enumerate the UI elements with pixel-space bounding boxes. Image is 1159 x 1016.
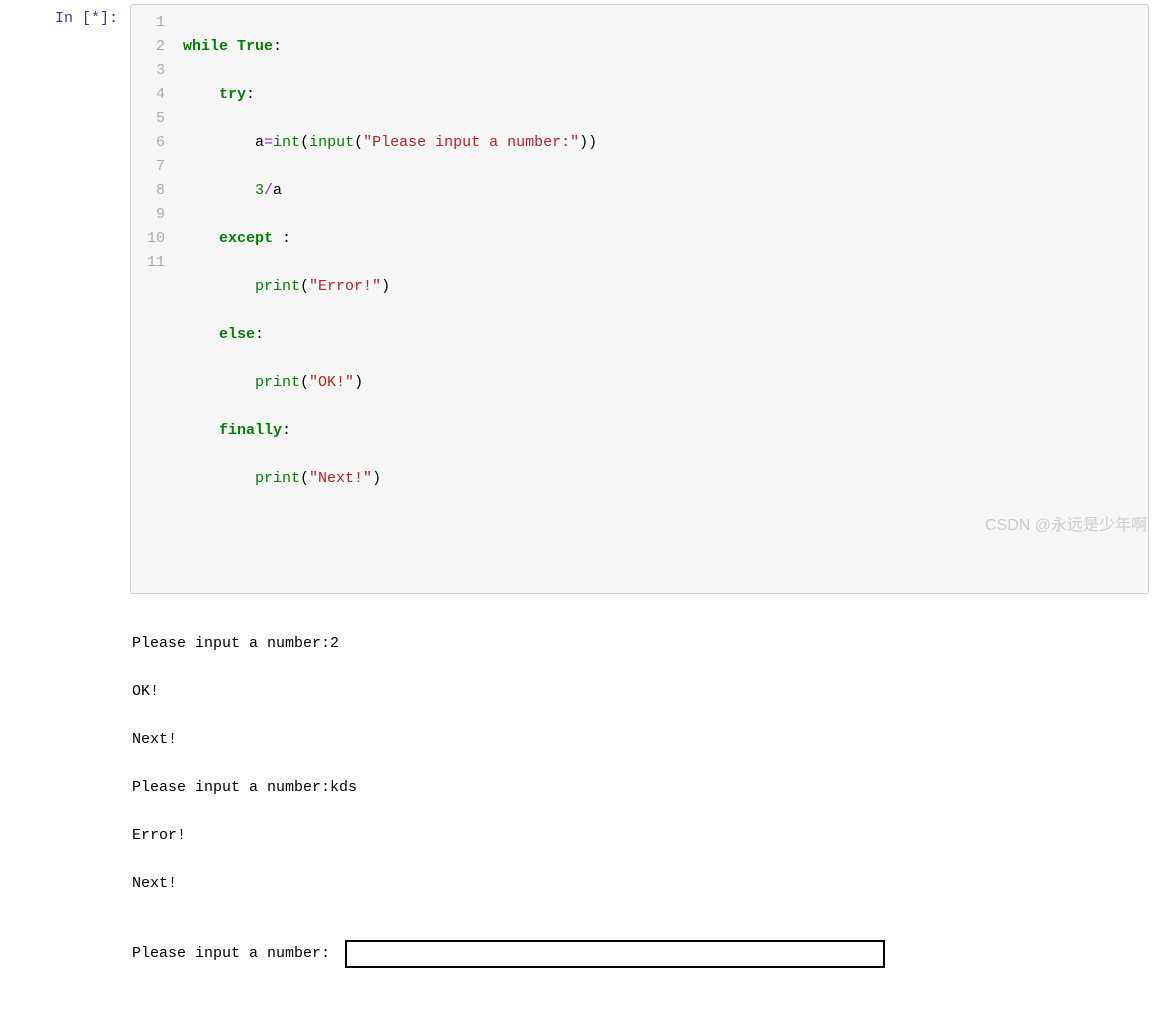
stdin-prompt-row: Please input a number:: [132, 940, 1159, 968]
code-line: while True:: [183, 35, 1140, 59]
code-line: finally:: [183, 419, 1140, 443]
line-number: 2: [131, 35, 165, 59]
code-line: 3/a: [183, 179, 1140, 203]
line-number: 10: [131, 227, 165, 251]
code-input-area[interactable]: 1 2 3 4 5 6 7 8 9 10 11 while True: try:…: [130, 4, 1149, 594]
line-gutter: 1 2 3 4 5 6 7 8 9 10 11: [131, 5, 175, 593]
code-line: print("Next!"): [183, 467, 1140, 491]
line-number: 4: [131, 83, 165, 107]
code-line: try:: [183, 83, 1140, 107]
code-line: except :: [183, 227, 1140, 251]
code-line: print("OK!"): [183, 371, 1140, 395]
output-cell: Please input a number:2 OK! Next! Please…: [0, 608, 1159, 1016]
watermark: CSDN @永远是少年啊: [985, 511, 1147, 535]
line-number: 8: [131, 179, 165, 203]
line-number: 9: [131, 203, 165, 227]
output-line: Please input a number:2: [132, 632, 1159, 656]
code-line: print("Error!"): [183, 275, 1140, 299]
output-area: Please input a number:2 OK! Next! Please…: [130, 608, 1159, 1016]
stdin-label: Please input a number:: [132, 942, 339, 966]
line-number: 7: [131, 155, 165, 179]
code-line: else:: [183, 323, 1140, 347]
cell-prompt: In [*]:: [0, 4, 130, 594]
stdin-input[interactable]: [345, 940, 885, 968]
output-line: Please input a number:kds: [132, 776, 1159, 800]
output-spacer: [0, 608, 130, 1016]
line-number: 1: [131, 11, 165, 35]
line-number: 3: [131, 59, 165, 83]
output-line: OK!: [132, 680, 1159, 704]
prompt-status: [*]:: [82, 10, 118, 27]
line-number: 6: [131, 131, 165, 155]
output-line: Next!: [132, 872, 1159, 896]
line-number: 11: [131, 251, 165, 275]
output-line: Error!: [132, 824, 1159, 848]
line-number: 5: [131, 107, 165, 131]
prompt-prefix: In: [55, 10, 82, 27]
code-editor[interactable]: while True: try: a=int(input("Please inp…: [175, 5, 1148, 593]
output-line: Next!: [132, 728, 1159, 752]
code-line: a=int(input("Please input a number:")): [183, 131, 1140, 155]
code-cell: In [*]: 1 2 3 4 5 6 7 8 9 10 11 while Tr…: [0, 0, 1159, 598]
